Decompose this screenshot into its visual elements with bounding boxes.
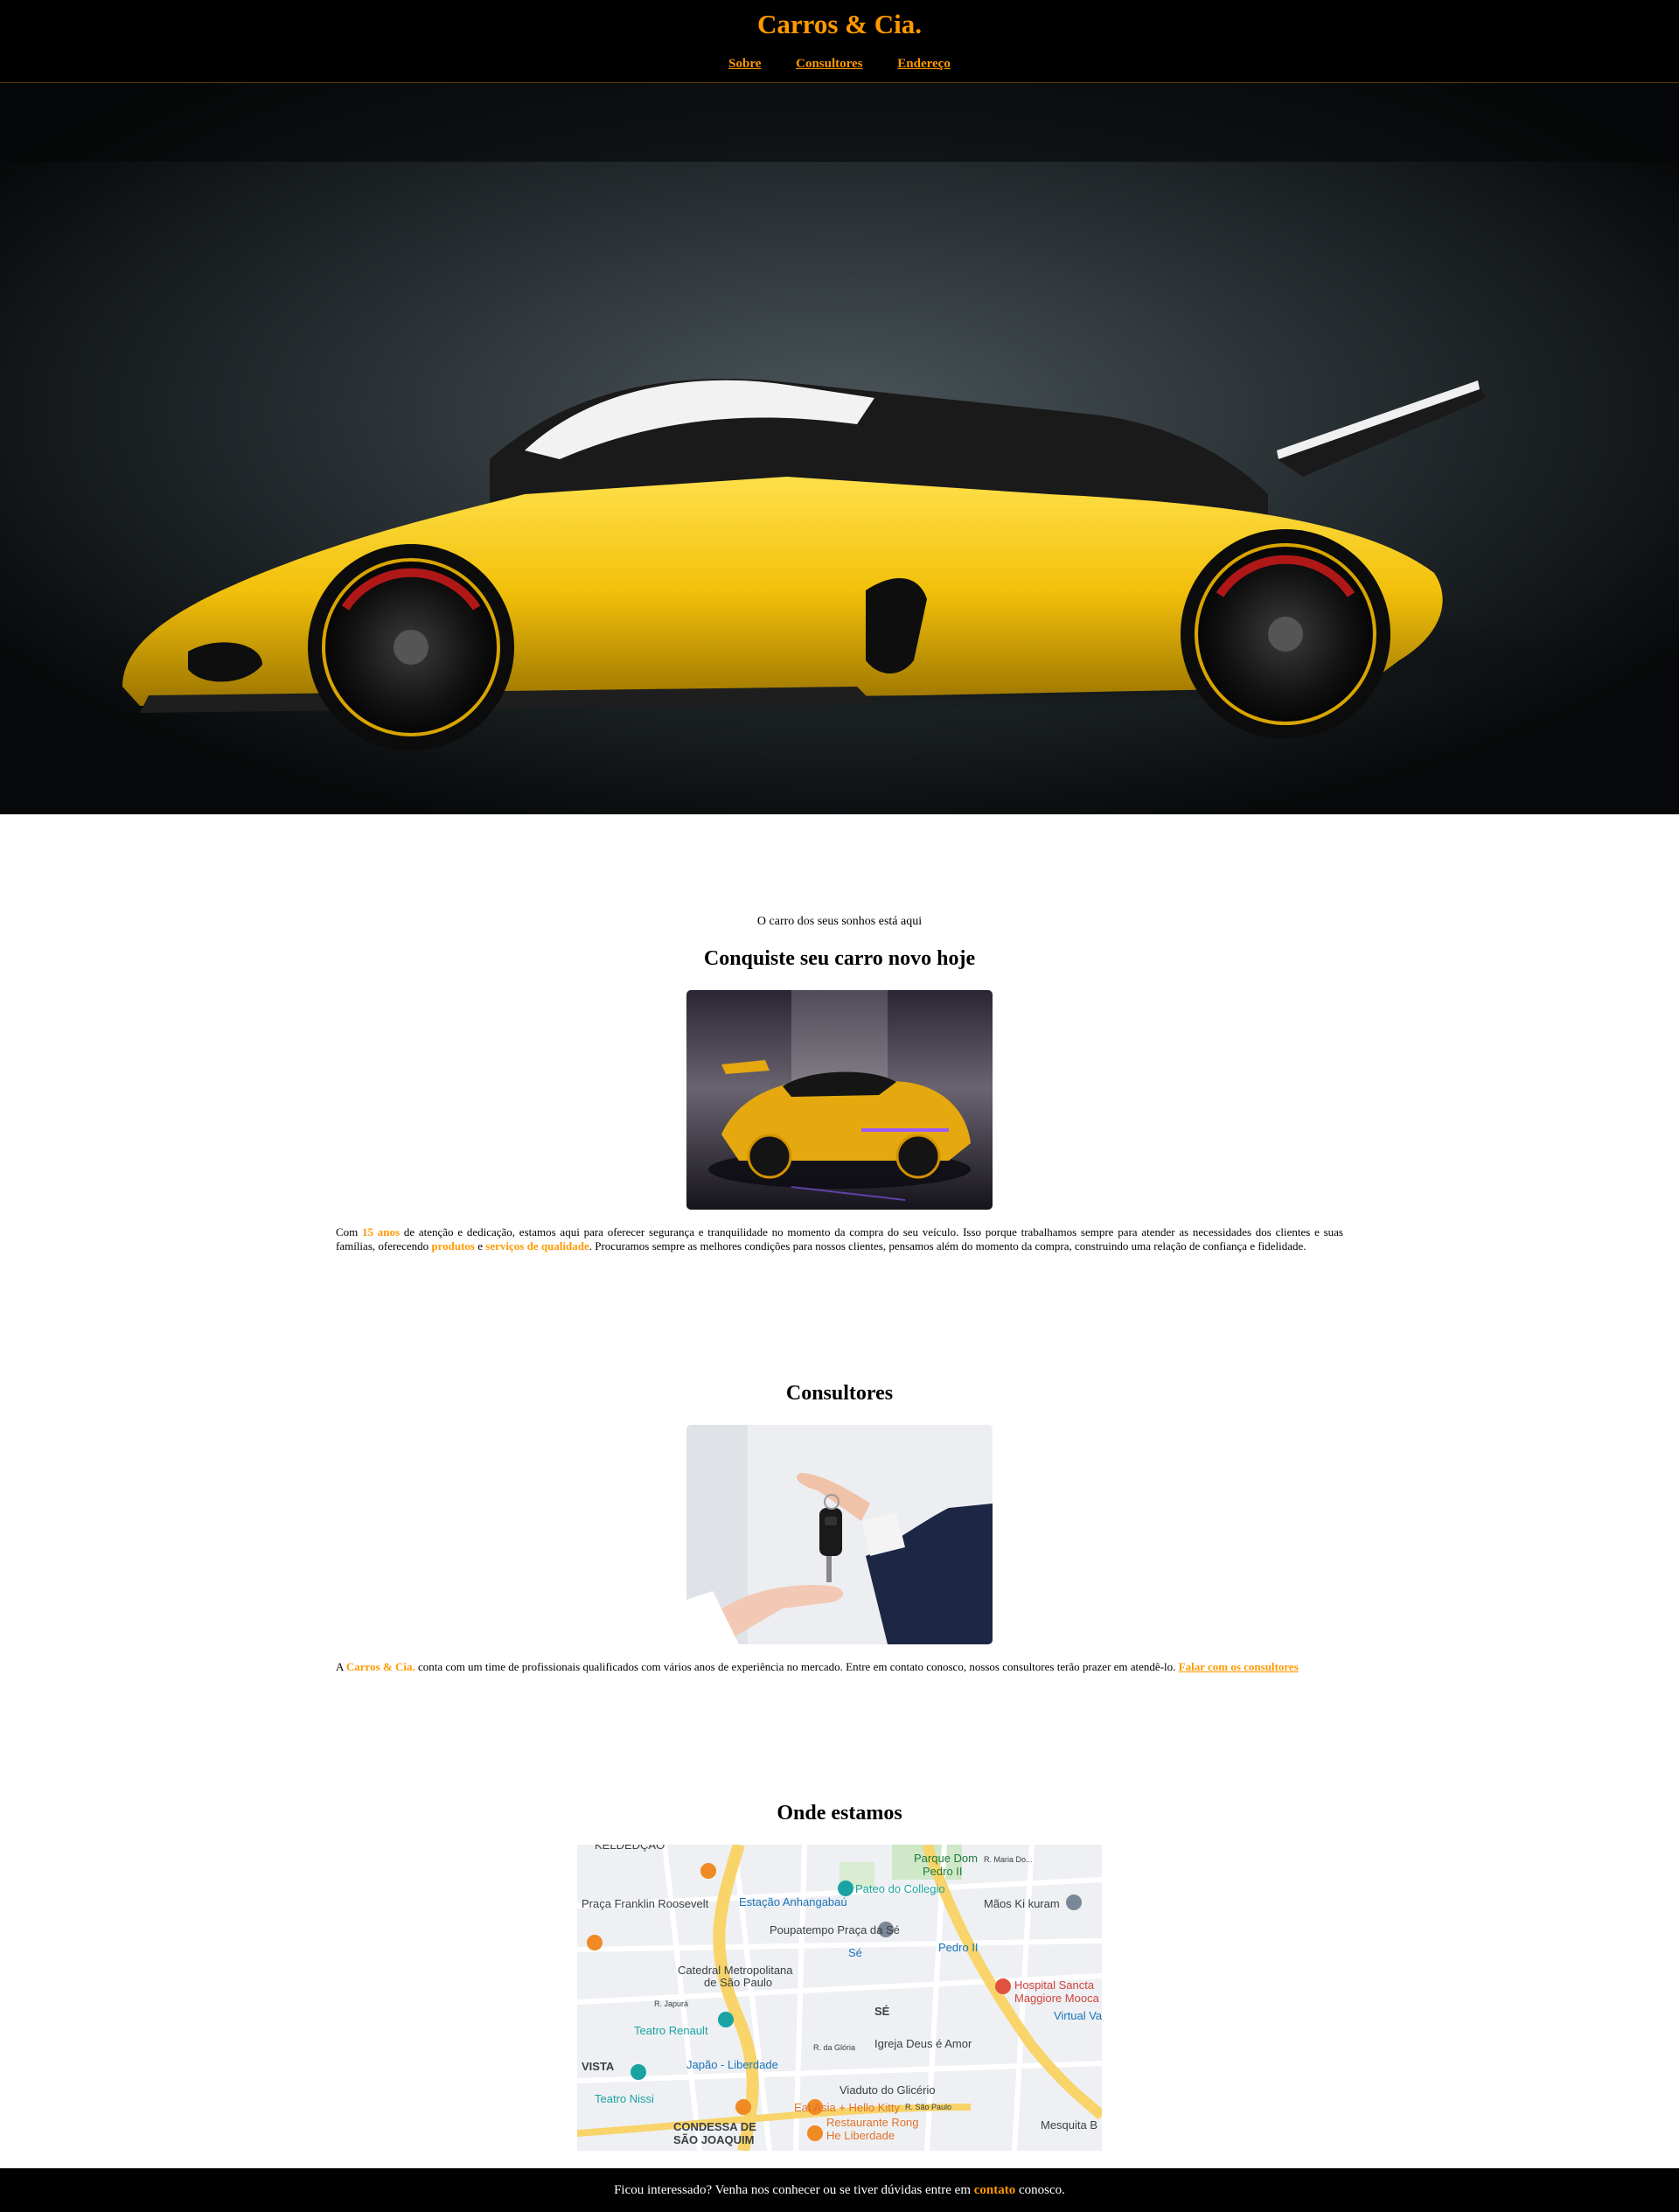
main-nav: Sobre Consultores Endereço <box>0 57 1679 72</box>
map-label-restaurante: Restaurante Rong <box>826 2116 919 2129</box>
consultants-text-1: A <box>336 1660 346 1673</box>
map-label-rua-maria: R. Maria Do... <box>984 1855 1033 1864</box>
map-label-mesquita: Mesquita B <box>1041 2118 1097 2132</box>
consultants-title: Consultores <box>785 1382 894 1405</box>
map-label-se-station: Sé <box>848 1946 862 1959</box>
map-label-pateo: Pateo do Collegio <box>855 1882 945 1895</box>
map-label-parque: Parque Dom <box>914 1852 978 1865</box>
map-label-igreja: Igreja Deus é Amor <box>874 2037 972 2050</box>
map-label-parque-2: Pedro II <box>923 1865 963 1878</box>
about-title: Conquiste seu carro novo hoje <box>703 947 976 970</box>
map-label-rua-japura: R. Japurá <box>654 1999 688 2008</box>
about-highlight-products: produtos <box>431 1239 475 1253</box>
map-label-catedral: Catedral Metropolitana <box>678 1964 793 1977</box>
map-label-restaurante-2: He Liberdade <box>826 2129 895 2142</box>
about-car-image <box>686 990 993 1210</box>
map-label-estacao: Estação Anhangabaú <box>739 1895 847 1908</box>
map-label-teatro-nissi: Teatro Nissi <box>595 2092 654 2105</box>
map-label-viaduto: Viaduto do Glicério <box>840 2083 936 2097</box>
map-label-hospital: Hospital Sancta <box>1014 1978 1095 1992</box>
map-label-praca: Praça Franklin Roosevelt <box>582 1897 709 1910</box>
map-label-virtual: Virtual Va <box>1054 2009 1102 2022</box>
map-label-condessa: CONDESSA DE <box>673 2120 756 2133</box>
brand-title: Carros & Cia. <box>757 9 922 39</box>
map-label-eat-asia: Eat Asia + Hello Kitty <box>794 2101 901 2114</box>
map-label-catedral-2: de São Paulo <box>704 1976 772 1989</box>
nav-link-consultores[interactable]: Consultores <box>796 57 862 71</box>
site-header: Carros & Cia. Sobre Consultores Endereço <box>0 0 1679 83</box>
talk-to-consultants-link[interactable]: Falar com os consultores <box>1179 1660 1299 1673</box>
map-label-condessa-2: SÃO JOAQUIM <box>673 2133 754 2146</box>
footer-contact-link[interactable]: contato <box>974 2183 1016 2197</box>
about-text-3: e <box>475 1239 486 1253</box>
about-paragraph: Com 15 anos de atenção e dedicação, esta… <box>336 1225 1343 1253</box>
about-highlight-years: 15 anos <box>362 1225 401 1239</box>
footer-text-2: conosco. <box>1015 2183 1065 2197</box>
map-label-poupatempo: Poupatempo Praça da Sé <box>770 1923 900 1936</box>
map-label-top: KELDEDÇÃO <box>595 1845 665 1852</box>
map-label-rua-sao-paulo: R. São Paulo <box>905 2103 951 2111</box>
footer-text-1: Ficou interessado? Venha nos conhecer ou… <box>614 2183 974 2197</box>
consultants-keys-image <box>686 1425 993 1644</box>
nav-link-sobre[interactable]: Sobre <box>728 57 761 71</box>
site-footer: Ficou interessado? Venha nos conhecer ou… <box>0 2168 1679 2212</box>
about-text-4: . Procuramos sempre as melhores condiçõe… <box>589 1239 1306 1253</box>
about-tagline: O carro dos seus sonhos está aqui <box>756 915 923 928</box>
nav-link-endereco[interactable]: Endereço <box>897 57 951 71</box>
consultants-highlight-brand: Carros & Cia. <box>345 1660 415 1673</box>
location-title: Onde estamos <box>777 1802 902 1825</box>
map-label-hospital-2: Maggiore Mooca <box>1014 1992 1100 2005</box>
map-label-pedro-2: Pedro II <box>938 1941 979 1954</box>
map-label-japao: Japão - Liberdade <box>686 2058 778 2071</box>
map-label-teatro-renault: Teatro Renault <box>634 2024 708 2037</box>
about-highlight-services: serviços de qualidade <box>485 1239 589 1253</box>
about-text-1: Com <box>336 1225 363 1239</box>
map-label-vista: VISTA <box>582 2060 615 2073</box>
map-label-maos: Mãos Ki kuram <box>984 1897 1060 1910</box>
map-label-rua-gloria: R. da Glória <box>813 2043 855 2052</box>
location-map[interactable]: KELDEDÇÃO Parque Dom Pedro II R. Maria D… <box>577 1845 1102 2151</box>
consultants-paragraph: A Carros & Cia. conta com um time de pro… <box>336 1660 1343 1674</box>
map-label-se-district: SÉ <box>874 2005 890 2018</box>
hero-banner-image <box>0 83 1679 814</box>
consultants-text-2: conta com um time de profissionais quali… <box>415 1660 1179 1673</box>
